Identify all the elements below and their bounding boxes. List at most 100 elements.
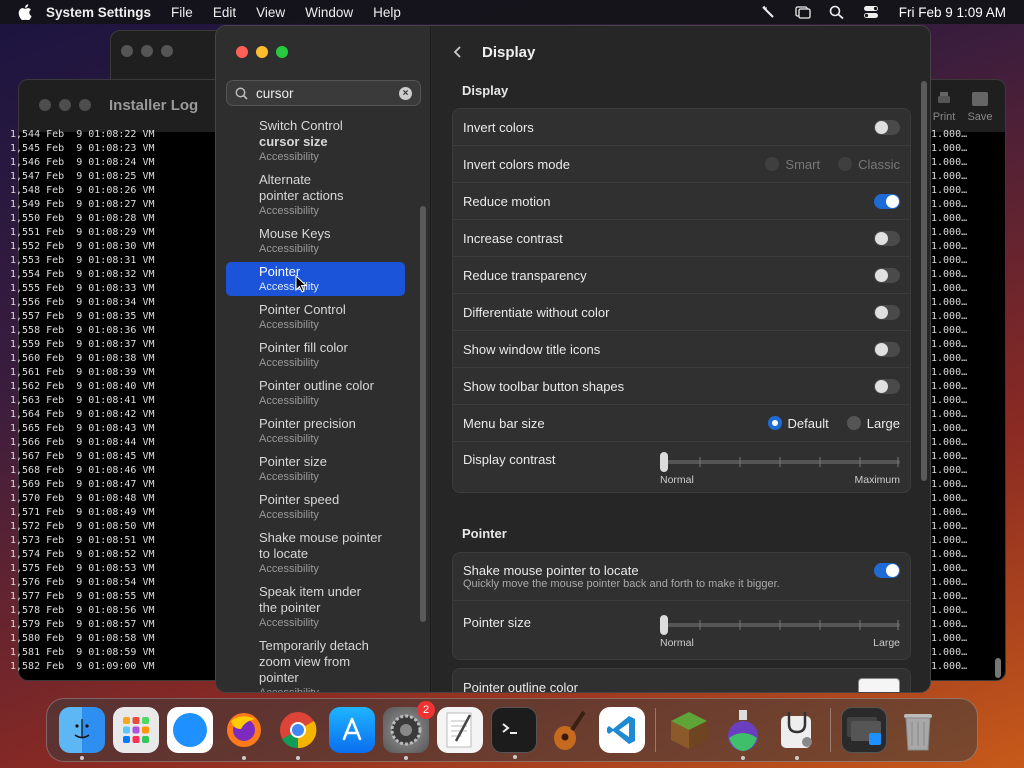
menu-app-name[interactable]: System Settings: [46, 5, 151, 20]
chrome-icon[interactable]: [275, 707, 321, 760]
terminal-prompt-icon: [502, 723, 517, 734]
sidebar-scrollbar[interactable]: [420, 206, 426, 622]
magic-wand-icon[interactable]: [761, 5, 777, 19]
reduce-transparency-toggle[interactable]: [874, 267, 900, 283]
guitar-icon: [554, 710, 586, 750]
default-radio[interactable]: Default: [767, 416, 829, 431]
print-button[interactable]: Print: [929, 90, 959, 123]
result-category: Accessibility: [259, 357, 319, 369]
search-result-item[interactable]: Temporarily detach zoom view from pointer A…: [226, 636, 406, 692]
screen-mirroring-icon[interactable]: [795, 5, 811, 19]
search-input[interactable]: cursor: [256, 86, 399, 101]
search-result-item[interactable]: Pointer size Accessibility: [226, 452, 406, 486]
save-button[interactable]: Save: [963, 90, 997, 123]
zoom-icon[interactable]: [276, 46, 288, 58]
downloads-stack-icon[interactable]: [841, 707, 887, 753]
finder-icon[interactable]: [59, 707, 105, 760]
trash-can-icon: [904, 714, 932, 751]
search-result-item[interactable]: Shake mouse pointer to locate Accessibilit…: [226, 528, 406, 578]
log-value: 1.000…: [931, 535, 968, 546]
search-result-item[interactable]: Pointer outline color Accessibility: [226, 376, 406, 410]
log-value: 1.000…: [931, 269, 968, 280]
close-icon[interactable]: [121, 45, 133, 57]
minimize-icon[interactable]: [59, 99, 71, 111]
title-icons-toggle[interactable]: [874, 341, 900, 357]
safari-icon[interactable]: [167, 707, 213, 753]
classic-radio[interactable]: Classic: [838, 157, 900, 172]
radio-dot: [838, 157, 853, 171]
log-line: 1,544 Feb 9 01:08:22 VM: [10, 129, 155, 140]
menu-view[interactable]: View: [256, 5, 285, 20]
launchpad-icon[interactable]: [113, 707, 159, 753]
slider-knob[interactable]: [660, 452, 668, 472]
search-result-item[interactable]: Pointer precision Accessibility: [226, 414, 406, 448]
system-settings-window: cursor × Switch Control cursor size Access…: [215, 25, 931, 693]
disk-utility-icon[interactable]: [774, 707, 820, 760]
search-result-item[interactable]: Pointer Control Accessibility: [226, 300, 406, 334]
monterey-installer-icon[interactable]: [720, 707, 766, 760]
log-line: 1,573 Feb 9 01:08:51 VM: [10, 535, 155, 546]
toolbar-shapes-toggle[interactable]: [874, 378, 900, 394]
menu-edit[interactable]: Edit: [213, 5, 236, 20]
close-icon[interactable]: [236, 46, 248, 58]
running-indicator: [242, 756, 246, 760]
differentiate-toggle[interactable]: [874, 304, 900, 320]
system-settings-icon[interactable]: 2: [383, 701, 435, 760]
textedit-icon[interactable]: [437, 707, 483, 753]
log-line: 1,560 Feb 9 01:08:38 VM: [10, 353, 155, 364]
clear-search-icon[interactable]: ×: [399, 86, 412, 100]
search-result-item[interactable]: Switch Control cursor size Accessibility: [226, 116, 406, 166]
save-icon: [972, 92, 988, 106]
search-result-item[interactable]: Mouse Keys Accessibility: [226, 224, 406, 258]
search-result-item[interactable]: Pointer fill color Accessibility: [226, 338, 406, 372]
invert-colors-toggle[interactable]: [874, 119, 900, 135]
zoom-icon[interactable]: [161, 45, 173, 57]
garageband-icon[interactable]: [545, 707, 591, 753]
log-scrollbar[interactable]: [995, 658, 1001, 678]
window-title: Installer Log: [109, 97, 199, 114]
apple-logo-icon[interactable]: [18, 4, 32, 20]
slider-knob[interactable]: [660, 615, 668, 635]
result-category: Accessibility: [259, 509, 319, 521]
menu-window[interactable]: Window: [305, 5, 353, 20]
search-field[interactable]: cursor ×: [226, 80, 421, 106]
result-title: Pointer fill color: [259, 340, 348, 355]
menu-file[interactable]: File: [171, 5, 193, 20]
search-result-item[interactable]: Pointer Accessibility: [226, 262, 405, 296]
minimize-icon[interactable]: [141, 45, 153, 57]
pointer-size-slider[interactable]: Normal Large: [660, 615, 900, 649]
pointer-group: Shake mouse pointer to locate Quickly mo…: [452, 552, 911, 660]
menu-clock[interactable]: Fri Feb 9 1:09 AM: [899, 5, 1006, 20]
pointer-outline-row: Pointer outline color: [453, 669, 910, 692]
slider-min-label: Normal: [660, 637, 694, 649]
vscode-icon[interactable]: [599, 707, 645, 753]
content-scrollbar[interactable]: [921, 81, 927, 481]
large-radio[interactable]: Large: [846, 416, 900, 431]
outline-color-swatch[interactable]: [858, 677, 900, 692]
differentiate-row: Differentiate without color: [453, 294, 910, 331]
back-chevron-icon[interactable]: [452, 45, 464, 59]
minimize-icon[interactable]: [256, 46, 268, 58]
menu-help[interactable]: Help: [373, 5, 401, 20]
display-contrast-slider[interactable]: Normal Maximum: [660, 452, 900, 486]
search-result-item[interactable]: Pointer speed Accessibility: [226, 490, 406, 524]
reduce-motion-toggle[interactable]: [874, 193, 900, 209]
smart-radio[interactable]: Smart: [765, 157, 820, 172]
sidebar: cursor × Switch Control cursor size Access…: [216, 26, 431, 692]
search-result-item[interactable]: Alternate pointer actions Accessibility: [226, 170, 406, 220]
increase-contrast-toggle[interactable]: [874, 230, 900, 246]
minecraft-icon[interactable]: [666, 707, 712, 753]
control-center-icon[interactable]: [863, 5, 879, 19]
zoom-icon[interactable]: [79, 99, 91, 111]
close-icon[interactable]: [39, 99, 51, 111]
log-line: 1,557 Feb 9 01:08:35 VM: [10, 311, 155, 322]
result-title: Pointer outline color: [259, 378, 374, 393]
search-result-item[interactable]: Speak item under the pointer Accessibility: [226, 582, 406, 632]
trash-icon[interactable]: [895, 707, 941, 753]
firefox-icon[interactable]: [221, 707, 267, 760]
app-store-icon[interactable]: [329, 707, 375, 753]
terminal-icon[interactable]: [491, 707, 537, 759]
spotlight-search-icon[interactable]: [829, 5, 845, 19]
shake-toggle[interactable]: [874, 563, 900, 578]
mouse-cursor-icon: [295, 275, 307, 293]
